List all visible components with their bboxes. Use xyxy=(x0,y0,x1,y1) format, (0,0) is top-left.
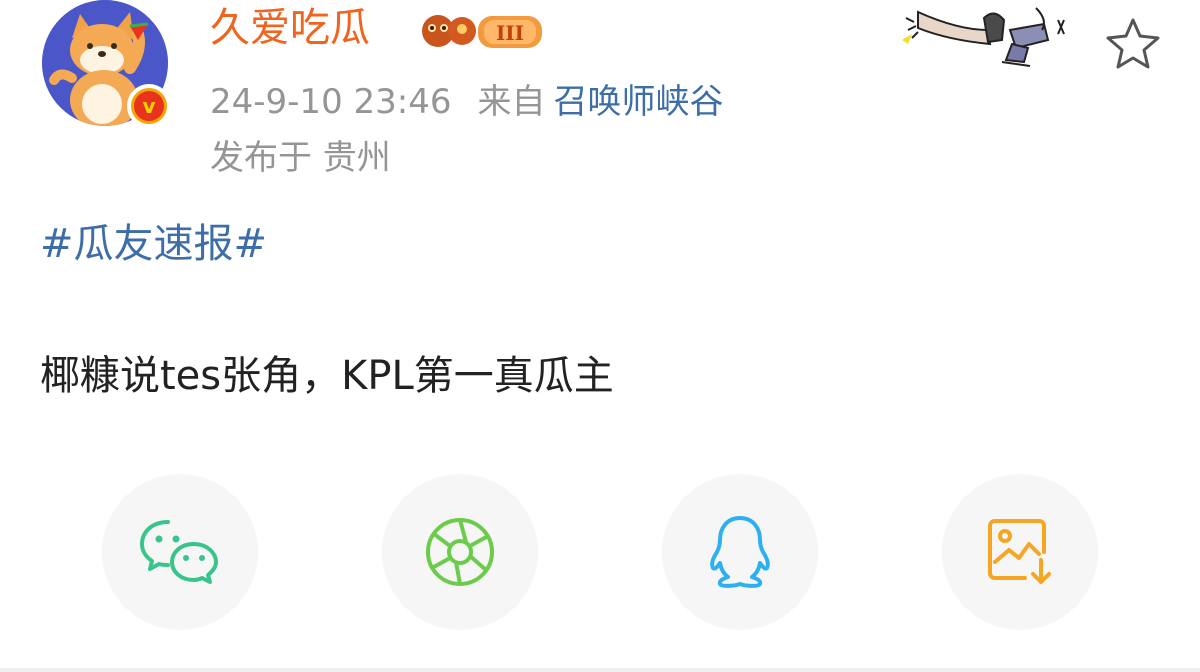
card-decoration-sticker xyxy=(898,0,1088,72)
username[interactable]: 久爱吃瓜 xyxy=(210,0,370,58)
post-body-text: 椰糠说tes张角，KPL第一真瓜主 xyxy=(40,353,614,399)
post-meta: 24-9-10 23:46 来自 召唤师峡谷 xyxy=(210,78,724,126)
post-card: v 久爱吃瓜 III 24-9-10 23:46 来自 召唤师峡谷 发布于 贵州… xyxy=(0,0,1200,672)
qq-icon xyxy=(710,516,770,588)
fan-level-badge-icon[interactable]: III xyxy=(418,10,543,52)
source-label: 来自 xyxy=(477,82,546,122)
post-timestamp: 24-9-10 23:46 xyxy=(210,82,452,122)
moments-aperture-icon xyxy=(426,518,494,586)
divider xyxy=(0,668,1200,672)
save-image-button[interactable] xyxy=(942,474,1098,630)
share-moments-button[interactable] xyxy=(382,474,538,630)
wechat-icon xyxy=(140,520,218,584)
post-source-link[interactable]: 召唤师峡谷 xyxy=(554,82,724,122)
svg-text:III: III xyxy=(496,21,524,45)
topic-hashtag-link[interactable]: #瓜友速报# xyxy=(40,216,267,272)
favorite-star-icon[interactable] xyxy=(1104,16,1162,70)
verified-badge-icon: v xyxy=(127,84,171,128)
share-qq-button[interactable] xyxy=(662,474,818,630)
save-image-icon xyxy=(988,519,1051,584)
post-location: 发布于 贵州 xyxy=(210,138,391,178)
share-wechat-button[interactable] xyxy=(102,474,258,630)
